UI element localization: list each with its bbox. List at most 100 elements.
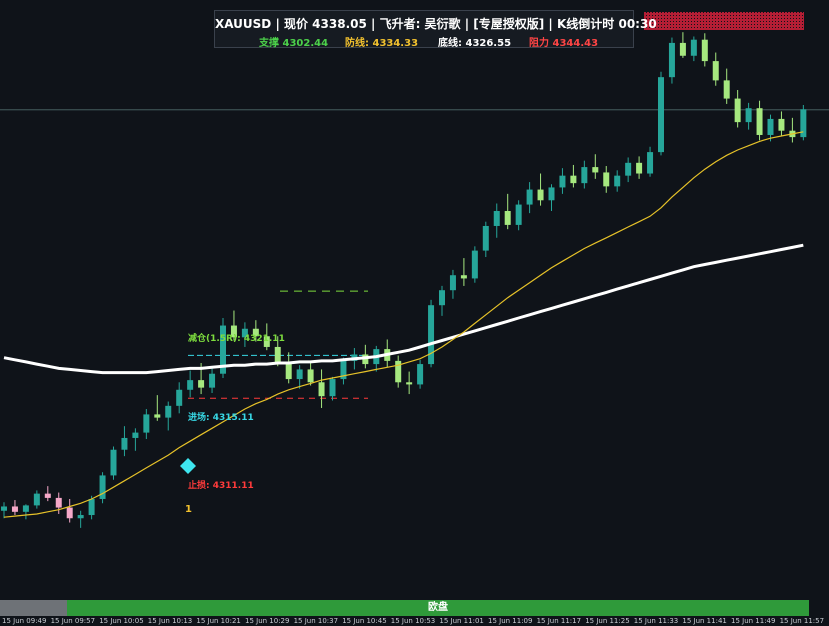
candle-body bbox=[121, 437, 128, 450]
candle-body bbox=[548, 187, 555, 201]
candlesticks bbox=[1, 32, 807, 528]
candle-body bbox=[603, 172, 610, 187]
candle-body bbox=[22, 505, 29, 512]
candle-body bbox=[592, 167, 599, 173]
candle-body bbox=[482, 225, 489, 251]
time-tick: 15 Jun 10:29 bbox=[245, 617, 290, 625]
candle-body bbox=[198, 380, 205, 388]
candle-body bbox=[176, 389, 183, 406]
candle-body bbox=[767, 118, 774, 135]
candle-body bbox=[734, 98, 741, 123]
candle-body bbox=[636, 162, 643, 174]
time-tick: 15 Jun 09:49 bbox=[2, 617, 47, 625]
candle-body bbox=[515, 204, 522, 225]
candle-body bbox=[570, 175, 577, 184]
time-tick: 15 Jun 09:57 bbox=[50, 617, 96, 625]
candle-body bbox=[77, 515, 84, 519]
take-profit-label: 减仓(1.5R): 4321.11 bbox=[188, 334, 285, 344]
candle-body bbox=[690, 39, 697, 56]
candle-body bbox=[296, 369, 303, 380]
candle-body bbox=[658, 77, 664, 153]
candle-body bbox=[55, 497, 62, 508]
time-tick: 15 Jun 11:01 bbox=[439, 617, 484, 625]
candle-body bbox=[778, 118, 785, 131]
time-tick: 15 Jun 10:05 bbox=[99, 617, 144, 625]
time-axis: 15 Jun 09:49 15 Jun 09:57 15 Jun 10:05 15 J… bbox=[0, 616, 829, 626]
candle-body bbox=[493, 210, 500, 226]
candle-body bbox=[439, 290, 445, 306]
candle-body bbox=[723, 80, 730, 99]
session-bar: 欧盘 bbox=[0, 600, 829, 616]
defense-level: 防线: 4334.33 bbox=[345, 38, 419, 49]
session-europe: 欧盘 bbox=[67, 600, 809, 616]
candle-body bbox=[756, 108, 763, 135]
candle-body bbox=[581, 167, 588, 184]
candle-body bbox=[471, 250, 478, 279]
time-tick: 15 Jun 10:45 bbox=[342, 617, 387, 625]
time-tick: 15 Jun 10:37 bbox=[293, 617, 339, 625]
candle-body bbox=[417, 364, 424, 385]
candle-body bbox=[559, 175, 566, 188]
info-panel: XAUUSD | 现价 4338.05 | 飞升者: 吴衍歌 | [专屋授权版]… bbox=[214, 10, 657, 49]
candle-body bbox=[712, 61, 719, 81]
candle-body bbox=[285, 363, 292, 380]
candle-body bbox=[187, 380, 194, 390]
candle-body bbox=[647, 152, 654, 174]
candle-body bbox=[625, 162, 632, 176]
stop-loss-label: 止损: 4311.11 bbox=[188, 481, 254, 491]
candle-body bbox=[143, 414, 150, 433]
candle-body bbox=[209, 373, 216, 388]
candle-body bbox=[132, 432, 139, 438]
entry-marker bbox=[180, 458, 196, 474]
candle-body bbox=[44, 493, 51, 498]
candle-body bbox=[165, 405, 172, 418]
candle-body bbox=[33, 493, 40, 506]
candle-body bbox=[449, 275, 456, 291]
candle-body bbox=[614, 175, 621, 187]
candle-body bbox=[11, 506, 18, 512]
time-tick: 15 Jun 11:25 bbox=[585, 617, 630, 625]
info-levels: 支撑 4302.44 防线: 4334.33 底线: 4326.55 阻力 43… bbox=[215, 34, 633, 49]
resistance-level: 阻力 4344.43 bbox=[529, 38, 599, 49]
candle-body bbox=[1, 506, 7, 511]
candle-body bbox=[526, 189, 533, 205]
candle-body bbox=[460, 275, 467, 279]
session-previous bbox=[0, 600, 67, 616]
time-tick: 15 Jun 11:49 bbox=[731, 617, 776, 625]
resistance-zone bbox=[644, 12, 804, 30]
time-tick: 15 Jun 11:17 bbox=[536, 617, 582, 625]
candle-body bbox=[99, 475, 106, 499]
moving-averages bbox=[3, 131, 804, 518]
candle-body bbox=[679, 42, 686, 56]
candle-body bbox=[66, 507, 73, 519]
price-chart[interactable] bbox=[0, 0, 829, 600]
entry-diamond-icon bbox=[180, 458, 196, 474]
candle-body bbox=[307, 369, 314, 383]
candle-body bbox=[154, 414, 161, 418]
time-tick: 15 Jun 10:53 bbox=[390, 617, 436, 625]
candle-body bbox=[428, 305, 435, 365]
fast-ma-line bbox=[3, 131, 804, 518]
candle-body bbox=[668, 42, 675, 78]
candle-body bbox=[701, 39, 708, 62]
slow-ma-line bbox=[3, 243, 804, 375]
time-tick: 15 Jun 11:33 bbox=[633, 617, 679, 625]
time-tick: 15 Jun 11:09 bbox=[488, 617, 533, 625]
time-tick: 15 Jun 11:41 bbox=[682, 617, 727, 625]
entry-label: 进场: 4315.11 bbox=[188, 413, 254, 423]
info-title: XAUUSD | 现价 4338.05 | 飞升者: 吴衍歌 | [专屋授权版]… bbox=[215, 17, 657, 31]
candle-body bbox=[406, 382, 413, 385]
signal-number: 1 bbox=[185, 504, 192, 515]
candle-body bbox=[800, 109, 807, 138]
time-tick: 15 Jun 11:57 bbox=[779, 617, 825, 625]
time-tick: 15 Jun 10:21 bbox=[196, 617, 241, 625]
candle-body bbox=[745, 108, 752, 123]
support-level: 支撑 4302.44 bbox=[259, 38, 329, 49]
candle-body bbox=[504, 210, 511, 225]
candle-body bbox=[329, 379, 336, 397]
candle-body bbox=[274, 346, 281, 364]
candle-body bbox=[537, 189, 544, 201]
candle-body bbox=[110, 449, 117, 476]
candle-body bbox=[88, 498, 95, 516]
bottom-level: 底线: 4326.55 bbox=[438, 38, 512, 49]
